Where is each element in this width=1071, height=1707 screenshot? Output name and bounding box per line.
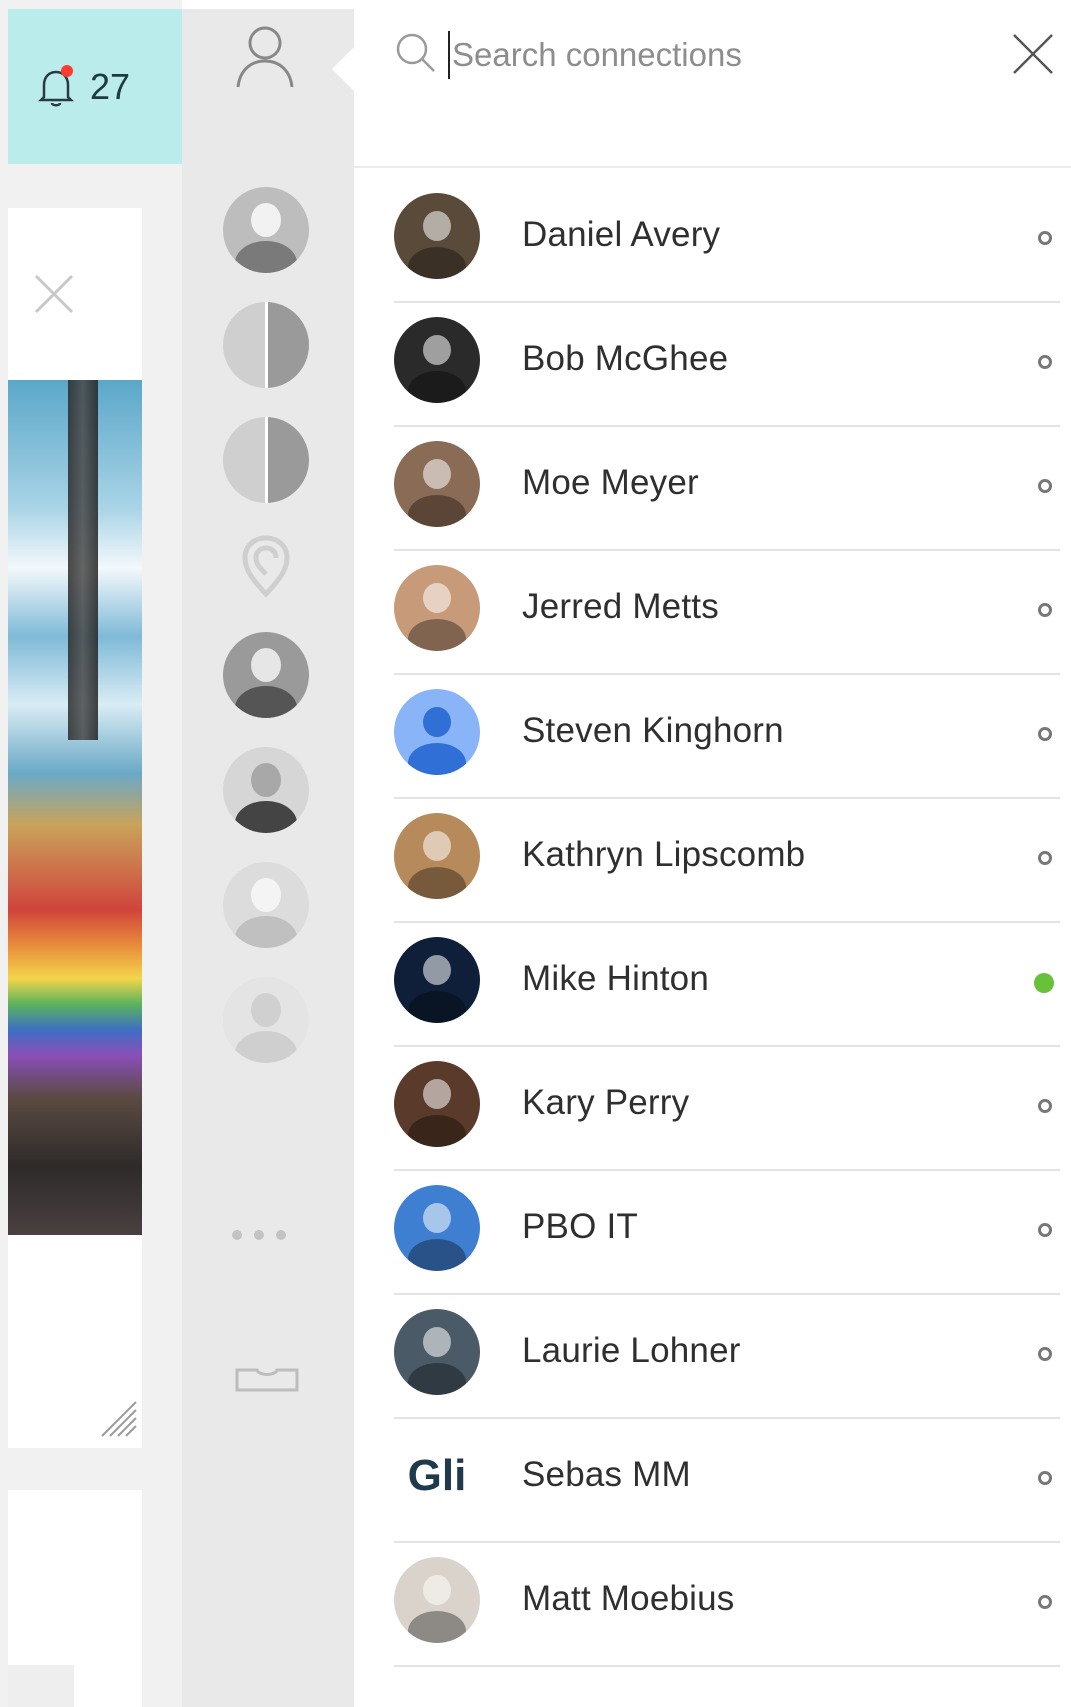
rail-pointer: [332, 47, 354, 91]
rail-group-avatar[interactable]: [223, 417, 309, 503]
status-offline-icon: [1038, 355, 1052, 369]
notification-count: 27: [90, 65, 131, 107]
connection-name: Kathryn Lipscomb: [522, 835, 806, 874]
rail-avatar[interactable]: [223, 862, 309, 948]
avatar: [394, 193, 480, 279]
status-offline-icon: [1038, 231, 1052, 245]
bottom-strip: [8, 1665, 74, 1707]
connections-list: Daniel Avery Bob McGhee Moe Meyer Jerred Me…: [394, 179, 1060, 1667]
profile-icon[interactable]: [234, 21, 296, 91]
status-online-icon: [1034, 973, 1054, 993]
avatar: [394, 689, 480, 775]
status-offline-icon: [1038, 1347, 1052, 1361]
status-offline-icon: [1038, 603, 1052, 617]
background-app: 27: [0, 0, 182, 1707]
avatar: [394, 813, 480, 899]
bell-icon: [36, 64, 76, 109]
status-offline-icon: [1038, 1099, 1052, 1113]
connections-panel: Daniel Avery Bob McGhee Moe Meyer Jerred Me…: [354, 9, 1071, 1707]
connection-row[interactable]: Matt Moebius: [394, 1543, 1060, 1667]
close-icon[interactable]: [30, 270, 78, 318]
connection-name: Laurie Lohner: [522, 1331, 741, 1370]
location-pin-icon[interactable]: [223, 524, 309, 610]
avatar: [394, 317, 480, 403]
avatar: [394, 1061, 480, 1147]
connection-row[interactable]: Kathryn Lipscomb: [394, 799, 1060, 923]
avatar: [394, 441, 480, 527]
more-icon[interactable]: [232, 1230, 286, 1240]
rail-group-avatar[interactable]: [223, 302, 309, 388]
content-card: [8, 208, 142, 1448]
connection-row[interactable]: Kary Perry: [394, 1047, 1060, 1171]
search-bar: [354, 9, 1071, 168]
connection-row[interactable]: Daniel Avery: [394, 179, 1060, 303]
avatar: [394, 565, 480, 651]
connection-row[interactable]: Moe Meyer: [394, 427, 1060, 551]
status-offline-icon: [1038, 1471, 1052, 1485]
search-icon: [394, 31, 438, 75]
avatar: [394, 937, 480, 1023]
notification-button[interactable]: 27: [8, 9, 182, 164]
connection-row[interactable]: Bob McGhee: [394, 303, 1060, 427]
connection-name: Steven Kinghorn: [522, 711, 784, 750]
status-offline-icon: [1038, 851, 1052, 865]
avatar: [394, 1557, 480, 1643]
status-offline-icon: [1038, 1223, 1052, 1237]
connection-name: Sebas MM: [522, 1455, 691, 1494]
search-input[interactable]: [448, 31, 974, 79]
avatar: [394, 1185, 480, 1271]
connection-name: Matt Moebius: [522, 1579, 735, 1618]
tray-icon[interactable]: [235, 1364, 299, 1394]
connection-name: Kary Perry: [522, 1083, 690, 1122]
avatar-text: Gli: [407, 1451, 467, 1500]
notification-dot: [61, 64, 73, 77]
connection-name: Daniel Avery: [522, 215, 721, 254]
connection-row[interactable]: Jerred Metts: [394, 551, 1060, 675]
connection-row[interactable]: Mike Hinton: [394, 923, 1060, 1047]
status-offline-icon: [1038, 1595, 1052, 1609]
status-offline-icon: [1038, 727, 1052, 741]
close-icon[interactable]: [1010, 31, 1056, 77]
avatar: Gli: [394, 1433, 480, 1519]
rail-avatar[interactable]: [223, 747, 309, 833]
connection-row[interactable]: PBO IT: [394, 1171, 1060, 1295]
resize-handle-icon[interactable]: [98, 1398, 138, 1438]
connection-name: Jerred Metts: [522, 587, 719, 626]
status-offline-icon: [1038, 479, 1052, 493]
rail-avatar[interactable]: [223, 187, 309, 273]
connection-name: Bob McGhee: [522, 339, 729, 378]
connection-name: Moe Meyer: [522, 463, 699, 502]
conversation-rail: [182, 9, 354, 1707]
connection-name: PBO IT: [522, 1207, 638, 1246]
photo-structure: [68, 380, 98, 740]
rail-avatar[interactable]: [223, 632, 309, 718]
connection-row[interactable]: Laurie Lohner: [394, 1295, 1060, 1419]
connection-row[interactable]: Steven Kinghorn: [394, 675, 1060, 799]
connection-name: Mike Hinton: [522, 959, 709, 998]
rail-avatar[interactable]: [223, 977, 309, 1063]
avatar: [394, 1309, 480, 1395]
connection-row[interactable]: Gli Sebas MM: [394, 1419, 1060, 1543]
